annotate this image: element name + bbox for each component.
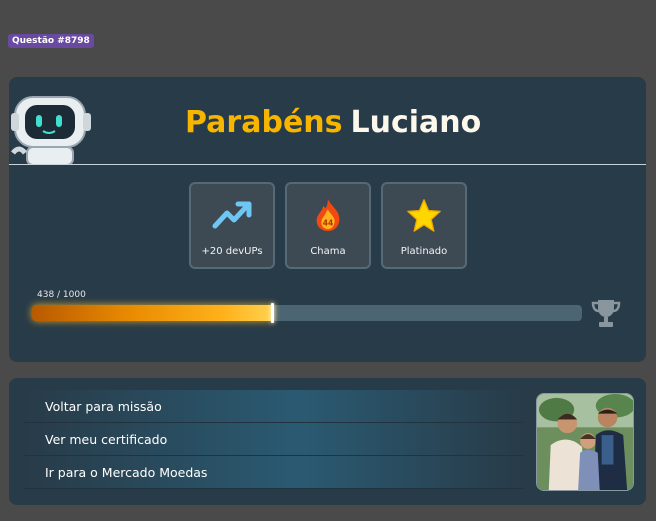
progress-fill (32, 305, 273, 321)
reward-badges: +20 devUPs 44 Chama Platinado (189, 182, 467, 269)
robot-mascot-icon (11, 96, 91, 165)
trending-up-icon (212, 201, 252, 229)
badge-devups: +20 devUPs (189, 182, 275, 269)
user-name: Luciano (350, 105, 482, 140)
congrats-word: Parabéns (185, 105, 343, 140)
trophy-icon (591, 300, 621, 327)
star-icon (407, 199, 441, 232)
congrats-card: Parabéns Luciano +20 devUPs 44 Chama Plat… (9, 77, 646, 362)
progress-bar (32, 303, 582, 323)
question-badge: Questão #8798 (8, 34, 94, 48)
badge-chama: 44 Chama (285, 182, 371, 269)
badge-label: Chama (310, 246, 346, 257)
badge-label: Platinado (400, 246, 448, 257)
action-links: Voltar para missão Ver meu certificado I… (23, 390, 523, 489)
badge-platinado: Platinado (381, 182, 467, 269)
back-to-mission-link[interactable]: Voltar para missão (23, 390, 523, 423)
coin-market-link[interactable]: Ir para o Mercado Moedas (23, 456, 523, 489)
badge-label: +20 devUPs (201, 246, 263, 257)
progress-text: 438 / 1000 (37, 290, 86, 300)
family-photo (536, 393, 634, 491)
divider (9, 164, 646, 165)
flame-count: 44 (323, 218, 334, 227)
flame-icon: 44 (316, 198, 340, 232)
progress-marker (271, 303, 274, 323)
congrats-heading: Parabéns Luciano (185, 105, 481, 140)
actions-card: Voltar para missão Ver meu certificado I… (9, 378, 646, 505)
view-certificate-link[interactable]: Ver meu certificado (23, 423, 523, 456)
